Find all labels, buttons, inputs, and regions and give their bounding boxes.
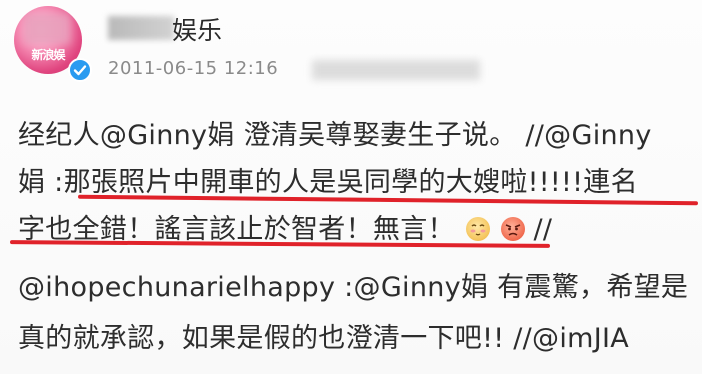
angry-emoji-icon [500, 217, 525, 241]
post-text-line-5: 真的就承認，如果是假的也澄清一下吧!! //@imJIA [18, 323, 630, 354]
avatar-logo-text: 新浪娱 [31, 48, 65, 62]
post-text-line-2: 娟 :那張照片中開車的人是吳同學的大嫂啦!!!!!連名 [18, 167, 638, 198]
verified-badge-icon [68, 58, 92, 82]
post-source-blurred [312, 60, 480, 80]
post-text-line-1: 经纪人@Ginny娟 澄清吴尊娶妻生子说。 //@Ginny [18, 120, 652, 151]
post-text-line-4: @ihopechunarielhappy :@Ginny娟 有震驚，希望是 [18, 272, 689, 303]
blushing-emoji-icon [465, 217, 490, 241]
post-timestamp[interactable]: 2011-06-15 12:16 [108, 58, 278, 79]
weibo-post-card: 新浪娱 娱乐 2011-06-15 12:16 经纪人@Ginny娟 澄清吴尊娶… [0, 0, 702, 374]
repost-separator: // [533, 214, 553, 245]
account-name-blurred [108, 16, 174, 40]
avatar-blurred-region [24, 14, 70, 44]
account-name[interactable]: 娱乐 [172, 11, 222, 47]
